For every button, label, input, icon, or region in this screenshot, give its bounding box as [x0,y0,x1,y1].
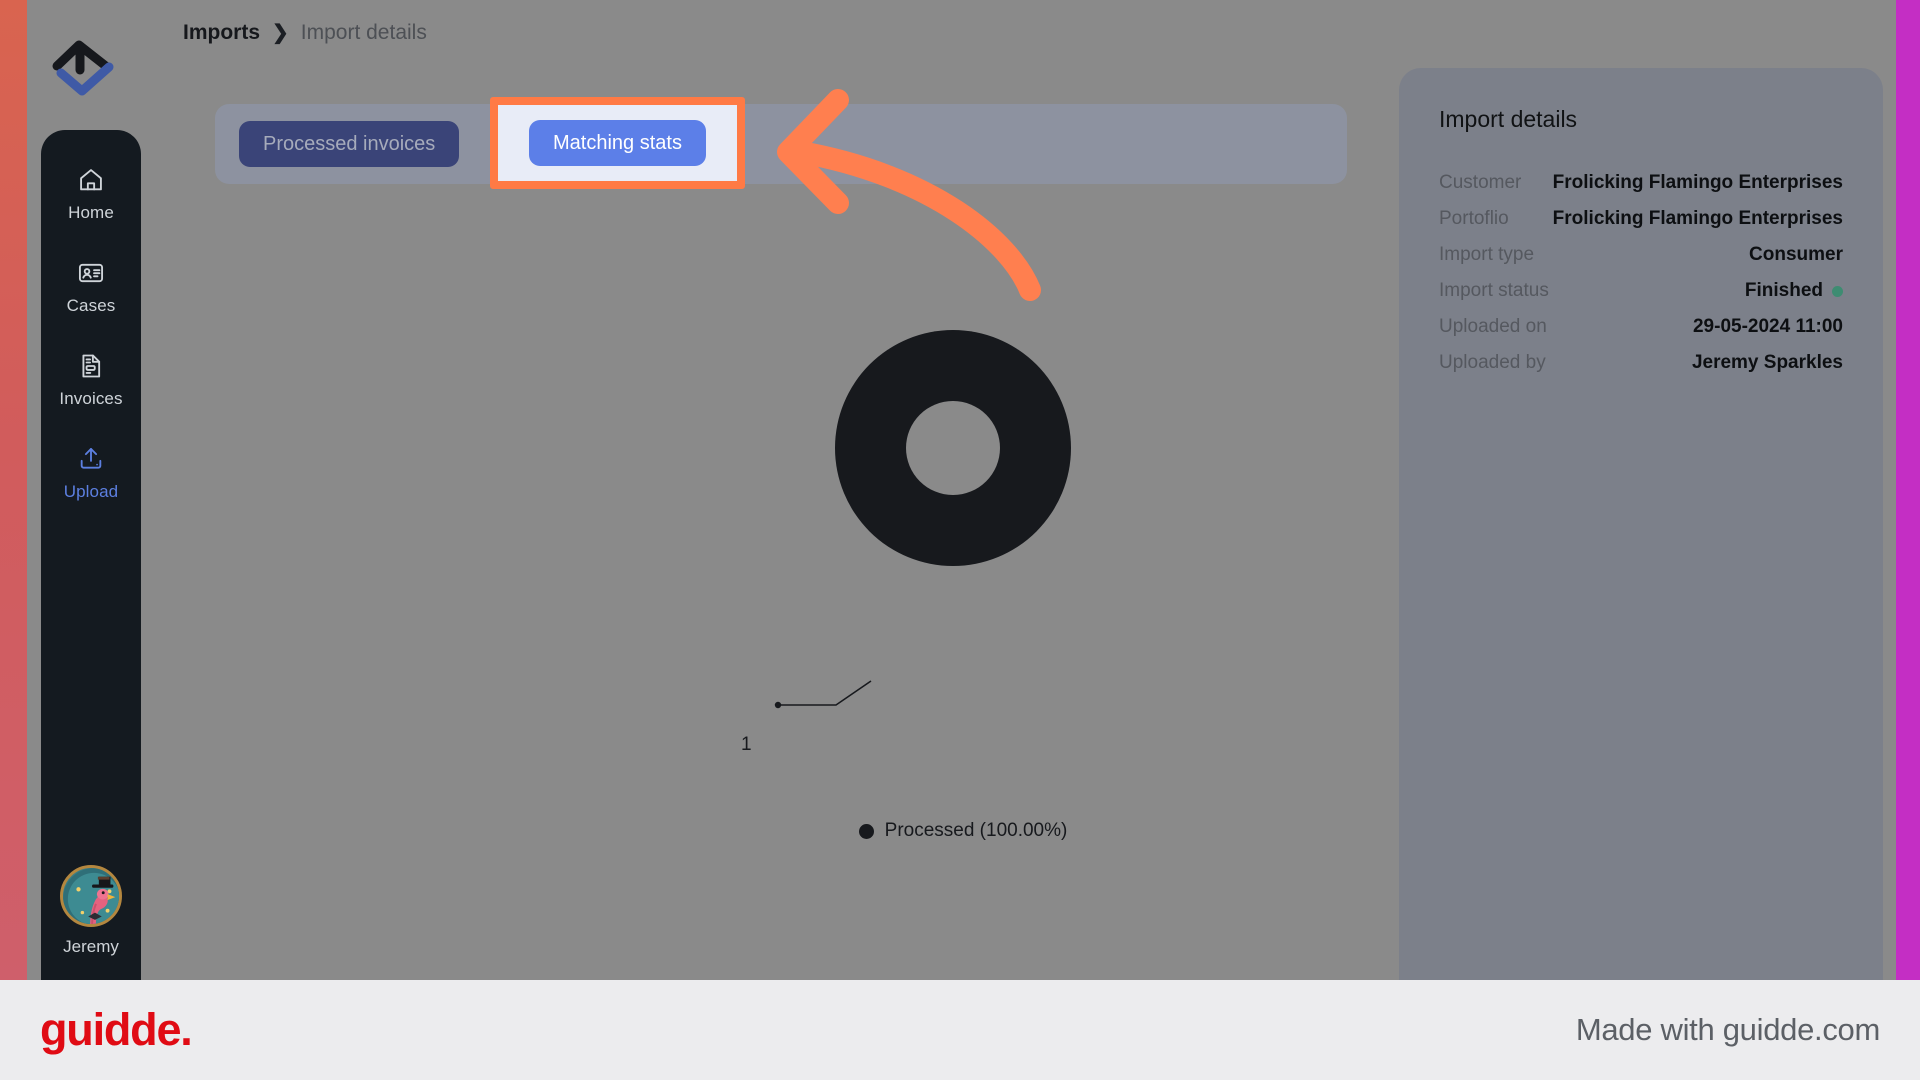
legend-label-processed: Processed (100.00%) [884,820,1068,841]
left-accent-strip [0,0,27,980]
company-logo[interactable] [49,40,119,96]
status-dot-icon [1832,285,1843,297]
detail-row-import-status: Import status Finished [1439,273,1843,309]
main-content-card: Processed invoices Matching stats 1 Proc… [183,68,1379,980]
sidebar-item-cases[interactable]: Cases [41,259,141,316]
sidebar-item-label: Cases [66,296,116,315]
sidebar: Home Cases Invoices Upload Jeremy [27,0,141,980]
detail-value: Frolicking Flamingo Enterprises [1552,172,1843,193]
tab-processed-invoices[interactable]: Processed invoices [239,121,460,167]
detail-row-import-type: Import type Consumer [1439,237,1843,273]
chevron-right-icon: ❯ [272,22,289,44]
app-screen: Home Cases Invoices Upload Jeremy Import… [0,0,1920,980]
detail-value: Consumer [1749,244,1843,265]
breadcrumb-leaf: Import details [300,20,427,44]
tab-matching-stats[interactable]: Matching stats [529,120,706,166]
detail-label: Import type [1439,244,1535,265]
home-icon [80,169,102,191]
sidebar-item-home[interactable]: Home [41,166,141,223]
highlight-box: Matching stats [490,97,745,189]
made-with-label: Made with guidde.com [1575,1012,1880,1047]
sidebar-item-label: Home [68,203,114,222]
sidebar-item-label: Invoices [59,389,123,408]
matching-stats-chart: 1 Processed (100.00%) [703,268,1223,841]
right-accent-strip [1896,0,1920,980]
sidebar-item-invoices[interactable]: Invoices [41,352,141,409]
detail-label: Portoflio [1439,208,1509,229]
detail-label: Customer [1439,172,1522,193]
tab-bar: Processed invoices Matching stats [215,104,1347,184]
chart-slice-label: 1 [741,734,752,755]
breadcrumb: Imports ❯ Import details [183,20,427,45]
chart-leader-line [774,680,872,709]
detail-label: Import status [1439,280,1549,301]
sidebar-item-label: Upload [63,482,119,501]
nav-rail: Home Cases Invoices Upload Jeremy [41,130,141,980]
profile-button[interactable]: Jeremy [41,865,141,957]
detail-label: Uploaded on [1439,316,1547,337]
profile-name: Jeremy [63,937,119,956]
detail-value: Jeremy Sparkles [1691,352,1843,373]
detail-row-portfolio: Portoflio Frolicking Flamingo Enterprise… [1439,201,1843,237]
detail-value-wrap: Finished [1745,280,1843,302]
breadcrumb-root[interactable]: Imports [183,21,260,45]
app-root: Home Cases Invoices Upload Jeremy Import… [0,0,1920,1080]
status-badge: Finished [1744,280,1823,301]
footer: guidde. Made with guidde.com [0,980,1920,1080]
detail-label: Uploaded by [1439,352,1546,373]
document-icon [82,354,101,378]
detail-row-uploaded-on: Uploaded on 29-05-2024 11:00 [1439,309,1843,345]
upload-icon [80,448,102,469]
legend-swatch-processed [858,823,874,839]
guidde-logo: guidde. [40,1004,193,1055]
avatar[interactable] [60,865,122,927]
id-card-icon [78,263,104,283]
panel-title: Import details [1439,106,1578,132]
import-details-panel: Import details Customer Frolicking Flami… [1399,68,1883,980]
chart-legend: Processed (100.00%) [703,820,1223,842]
detail-row-customer: Customer Frolicking Flamingo Enterprises [1439,165,1843,201]
detail-value: Frolicking Flamingo Enterprises [1552,208,1843,229]
sidebar-item-upload[interactable]: Upload [41,445,141,502]
detail-row-uploaded-by: Uploaded by Jeremy Sparkles [1439,345,1843,381]
flamingo-avatar [63,868,119,924]
detail-value: 29-05-2024 11:00 [1692,316,1843,337]
